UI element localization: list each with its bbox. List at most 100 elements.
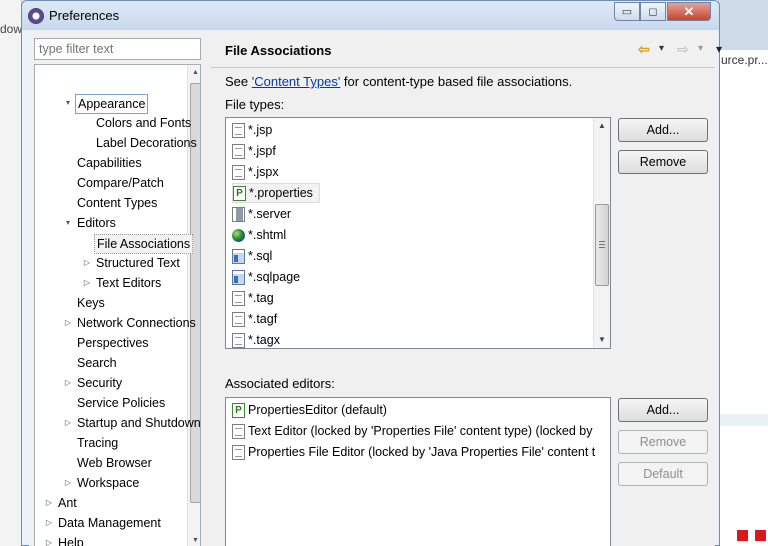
expanded-twisty-icon[interactable]: ▾	[63, 94, 73, 112]
view-menu-icon[interactable]: ▾	[716, 41, 722, 57]
tree-item-label: Appearance	[75, 94, 149, 114]
file-type-name: *.jspf	[248, 144, 276, 158]
content-types-link[interactable]: 'Content Types'	[252, 74, 341, 89]
back-menu-chevron-down-icon[interactable]: ▾	[659, 41, 664, 57]
associated-editors-label: Associated editors:	[225, 376, 335, 391]
file-type-row[interactable]: *.tag	[232, 288, 274, 308]
associated-editors-list[interactable]: P PropertiesEditor (default) Text Editor (…	[225, 397, 611, 546]
editor-default-button: Default	[618, 462, 708, 486]
scroll-up-icon[interactable]: ▲	[594, 118, 610, 134]
collapsed-twisty-icon[interactable]: ▷	[63, 374, 73, 392]
expanded-twisty-icon[interactable]: ▾	[63, 214, 73, 232]
tree-item-label: Capabilities	[77, 156, 142, 170]
editor-row[interactable]: Properties File Editor (locked by 'Java …	[232, 442, 595, 462]
tree-item-label: Editors	[77, 216, 116, 230]
file-type-row[interactable]: *.tagf	[232, 309, 277, 329]
minimize-button[interactable]: ▭	[614, 2, 640, 21]
tree-item-label: File Associations	[94, 234, 194, 254]
tree-item-label: Content Types	[77, 196, 158, 210]
file-type-add-button[interactable]: Add...	[618, 118, 708, 142]
file-type-name: *.tagf	[248, 312, 278, 326]
collapsed-twisty-icon[interactable]: ▷	[63, 474, 73, 492]
text-file-icon	[232, 122, 245, 138]
description-prefix: See	[225, 74, 252, 89]
file-type-name: *.properties	[249, 186, 313, 200]
tree-item-label: Perspectives	[77, 336, 149, 350]
dialog-content: ▲ ▼ ▾AppearanceColors and FontsLabel Dec…	[29, 31, 722, 546]
forward-arrow-icon: ⇨	[677, 41, 689, 57]
eclipse-icon	[28, 8, 44, 24]
back-arrow-icon[interactable]: ⇦	[638, 41, 650, 57]
collapsed-twisty-icon[interactable]: ▷	[44, 514, 54, 532]
editor-name: Properties File Editor (locked by 'Java …	[248, 445, 596, 459]
filter-input[interactable]	[34, 38, 201, 60]
tree-item-label: Workspace	[77, 476, 140, 490]
collapsed-twisty-icon[interactable]: ▷	[44, 494, 54, 512]
text-file-icon	[232, 332, 245, 348]
page-title: File Associations	[225, 43, 332, 58]
file-type-row[interactable]: *.tagx	[232, 330, 280, 348]
properties-file-icon: P	[232, 402, 245, 418]
tree-item-label: Data Management	[58, 516, 161, 530]
collapsed-twisty-icon[interactable]: ▷	[63, 314, 73, 332]
forward-menu-chevron-down-icon: ▾	[698, 43, 704, 54]
background-highlight-line	[719, 414, 768, 426]
server-icon	[232, 206, 245, 222]
collapsed-twisty-icon[interactable]: ▷	[82, 274, 92, 292]
editor-row[interactable]: P PropertiesEditor (default)	[232, 400, 387, 420]
file-type-name: *.tagx	[248, 333, 280, 347]
background-text-left: dow	[0, 22, 23, 36]
file-type-name: *.sql	[248, 249, 273, 263]
page-header: File Associations ⇦ ▾ ⇨ ▾ ▾	[211, 31, 722, 67]
maximize-button[interactable]: ◻	[640, 2, 666, 21]
editor-row[interactable]: Text Editor (locked by 'Properties File'…	[232, 421, 593, 441]
file-types-scrollbar[interactable]: ▲ ▼	[593, 118, 610, 348]
preferences-dialog: Preferences ▭ ◻ ✕ ▲ ▼ ▾AppearanceColors …	[21, 0, 722, 546]
file-type-row[interactable]: P *.properties	[232, 183, 320, 203]
close-button[interactable]: ✕	[667, 2, 711, 21]
header-separator	[211, 67, 715, 68]
tree-item-label: Label Decorations	[96, 136, 197, 150]
scroll-down-icon[interactable]: ▼	[188, 533, 200, 546]
tree-item-label: Ant	[58, 496, 77, 510]
file-type-row[interactable]: *.sqlpage	[232, 267, 300, 287]
file-type-row[interactable]: *.jsp	[232, 120, 272, 140]
file-type-name: *.jsp	[248, 123, 273, 137]
text-file-icon	[232, 143, 245, 159]
globe-icon	[232, 228, 245, 242]
editor-name: Text Editor (locked by 'Properties File'…	[248, 424, 593, 438]
file-type-name: *.sqlpage	[248, 270, 301, 284]
terminate-all-icon[interactable]	[755, 530, 766, 541]
text-file-icon	[232, 444, 245, 460]
file-type-row[interactable]: *.jspf	[232, 141, 276, 161]
file-type-row[interactable]: *.jspx	[232, 162, 279, 182]
collapsed-twisty-icon[interactable]: ▷	[44, 534, 54, 546]
panel-sash[interactable]	[205, 31, 211, 546]
background-text-right: urce.pr...	[721, 53, 768, 67]
file-type-row[interactable]: *.sql	[232, 246, 272, 266]
tree-item-label: Security	[77, 376, 123, 390]
tree-item-label: Search	[77, 356, 117, 370]
scroll-up-icon[interactable]: ▲	[188, 65, 200, 80]
tree-item-label: Colors and Fonts	[96, 116, 192, 130]
editor-add-button[interactable]: Add...	[618, 398, 708, 422]
text-file-icon	[232, 290, 245, 306]
tree-item-label: Web Browser	[77, 456, 152, 470]
file-type-remove-button[interactable]: Remove	[618, 150, 708, 174]
file-type-name: *.jspx	[248, 165, 279, 179]
tree-item-label: Structured Text	[96, 256, 180, 270]
file-type-row[interactable]: *.shtml	[232, 225, 286, 245]
terminate-icon[interactable]	[737, 530, 748, 541]
file-types-list[interactable]: *.tagx *.tagf *.tag *.sqlpage *.sql *.shtml *.…	[225, 117, 611, 349]
file-types-scroll-thumb[interactable]	[595, 204, 609, 286]
scroll-down-icon[interactable]: ▼	[594, 332, 610, 348]
collapsed-twisty-icon[interactable]: ▷	[82, 254, 92, 272]
title-bar[interactable]: Preferences ▭ ◻ ✕	[22, 1, 719, 30]
file-type-name: *.shtml	[248, 228, 287, 242]
properties-file-icon: P	[233, 185, 246, 201]
tree-item-label: Keys	[77, 296, 105, 310]
collapsed-twisty-icon[interactable]: ▷	[63, 414, 73, 432]
file-type-row[interactable]: *.server	[232, 204, 291, 224]
tree-item-label: Help	[58, 536, 84, 546]
tree-item-label: Network Connections	[77, 316, 196, 330]
